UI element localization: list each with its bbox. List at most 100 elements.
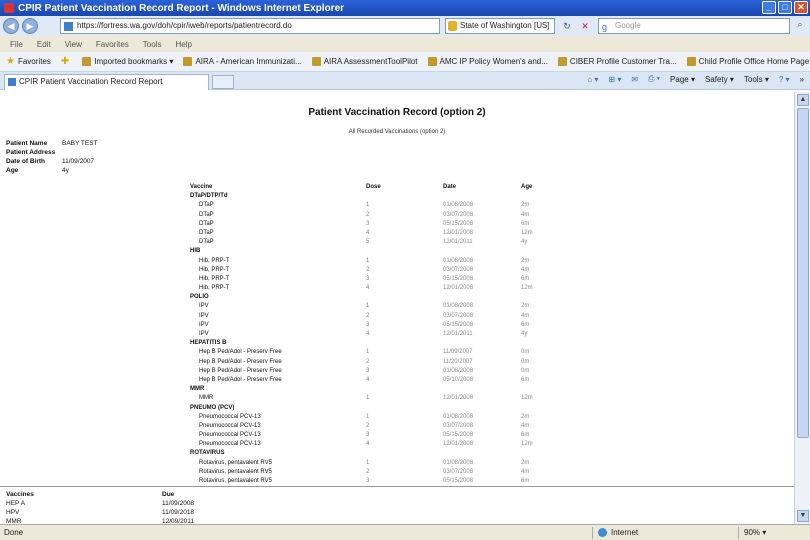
vaccine-name: DTaP (199, 220, 214, 227)
fav-ciber-profile[interactable]: CIBER Profile Customer Tra... (557, 57, 677, 66)
vaccination-age: 0m (521, 349, 530, 356)
vaccination-age: 0m (521, 367, 530, 374)
zoom-level[interactable]: 90% ▾ (744, 528, 766, 537)
table-row: Pneumococcal PCV-13 3 05/15/2008 6m (190, 432, 550, 441)
help-icon[interactable]: ? ▾ (779, 75, 790, 84)
dose-number: 2 (366, 468, 370, 475)
tab-label: CPIR Patient Vaccination Record Report (19, 77, 163, 86)
page-menu[interactable]: Page ▾ (670, 75, 695, 84)
fav-aira-assessment[interactable]: AIRA AssessmentToolPilot (311, 57, 418, 66)
table-row: Hib, PRP-T 1 01/08/2008 2m (190, 258, 550, 267)
menu-file[interactable]: File (10, 40, 23, 49)
forward-button[interactable]: ▶ (22, 18, 38, 34)
vaccine-group-row: MMR (190, 386, 550, 395)
fav-label: CIBER Profile Customer Tra... (569, 57, 677, 66)
table-row: Rotavirus, pentavalent RV5 1 01/08/2008 2m (190, 460, 550, 469)
scroll-up-icon[interactable]: ▲ (797, 94, 809, 106)
tools-menu-label: Tools (743, 74, 763, 84)
back-button[interactable]: ◀ (3, 18, 19, 34)
vaccination-table: Vaccine Dose Date Age DTaP/DTP/Td DTaP 1 01/08/… (190, 184, 550, 487)
vaccine-name: DTaP (199, 229, 214, 236)
menu-favorites[interactable]: Favorites (96, 40, 129, 49)
vaccine-name: DTaP (199, 202, 214, 209)
stop-icon[interactable]: ✕ (578, 19, 592, 33)
vaccine-name: IPV (199, 321, 209, 328)
new-tab-button[interactable] (212, 75, 234, 89)
dose-number: 2 (366, 422, 370, 429)
add-favorite-button[interactable]: ✚ (61, 56, 72, 67)
vaccine-group-name: POLIO (190, 294, 209, 301)
vertical-scrollbar[interactable]: ▲ ▼ (794, 92, 810, 524)
command-bar: ⌂ ▾ ⊞ ▾ ✉ ⎙ ▾ Page ▾ Safety ▾ Tools ▾ ? … (587, 74, 804, 84)
patient-field-value: 11/09/2007 (62, 158, 95, 165)
address-bar[interactable]: https://fortress.wa.gov/doh/cpir/iweb/re… (60, 18, 440, 34)
status-divider (738, 527, 739, 539)
vaccination-age: 2m (521, 459, 530, 466)
table-row: Hep B Ped/Adol - Preserv Free 1 11/09/2007… (190, 349, 550, 358)
overflow-icon[interactable]: » (800, 75, 804, 84)
zoom-label: 90% (744, 528, 761, 537)
vaccine-name: Hep B Ped/Adol - Preserv Free (199, 367, 282, 374)
maximize-button[interactable]: □ (778, 1, 792, 14)
header-age: Age (521, 184, 533, 190)
vaccination-age: 2m (521, 303, 530, 310)
scrollbar-thumb[interactable] (797, 108, 809, 438)
fav-imported-bookmarks[interactable]: Imported bookmarks ▾ (82, 57, 173, 66)
table-header-row: Vaccine Dose Date Age (190, 184, 550, 193)
vaccination-date: 01/08/2008 (443, 413, 474, 420)
vaccination-date: 12/01/2008 (443, 441, 474, 448)
fav-aira-american[interactable]: AIRA - American Immunizati... (183, 57, 302, 66)
vaccination-date: 05/15/2008 (443, 220, 474, 227)
menu-tools[interactable]: Tools (143, 40, 162, 49)
search-icon[interactable]: ⌕ (793, 19, 807, 33)
dose-number: 3 (366, 321, 370, 328)
feeds-icon[interactable]: ⊞ ▾ (608, 75, 621, 84)
safety-menu[interactable]: Safety ▾ (705, 75, 734, 84)
status-bar: Done Internet 90% ▾ (0, 524, 810, 540)
page-icon (183, 57, 193, 66)
report-title: Patient Vaccination Record (option 2) (308, 107, 486, 118)
dose-number: 1 (366, 459, 370, 466)
dose-number: 1 (366, 413, 370, 420)
vaccination-date: 11/20/2007 (443, 358, 473, 365)
table-row: Hib, PRP-T 4 12/01/2008 12m (190, 285, 550, 294)
favorites-label: Favorites (17, 57, 51, 66)
title-bar: CPIR Patient Vaccination Record Report -… (0, 0, 810, 16)
vaccination-date: 05/15/2008 (443, 478, 474, 484)
fav-child-profile[interactable]: Child Profile Office Home Page (686, 57, 809, 66)
vaccination-date: 03/07/2008 (443, 468, 474, 475)
menu-help[interactable]: Help (175, 40, 191, 49)
vaccine-group-row: PNEUMO (PCV) (190, 405, 550, 414)
menu-view[interactable]: View (65, 40, 82, 49)
print-icon[interactable]: ⎙ ▾ (648, 74, 660, 84)
tab-report[interactable]: CPIR Patient Vaccination Record Report (4, 74, 209, 90)
safety-menu-label: Safety (704, 74, 728, 84)
vaccination-age: 4y (521, 331, 528, 337)
scroll-down-icon[interactable]: ▼ (797, 510, 809, 522)
section-divider (0, 486, 794, 487)
menu-edit[interactable]: Edit (37, 40, 51, 49)
fav-amc-policy[interactable]: AMC IP Policy Women's and... (427, 57, 548, 66)
vaccination-date: 01/08/2008 (443, 303, 474, 310)
vaccination-date: 12/01/2008 (443, 285, 474, 292)
help-label: ? (778, 74, 784, 84)
favorites-button[interactable]: ★ Favorites (6, 56, 51, 67)
tools-menu[interactable]: Tools ▾ (744, 75, 769, 84)
security-zone[interactable]: Internet (598, 528, 638, 537)
search-input[interactable]: g Google (598, 18, 790, 34)
home-icon[interactable]: ⌂ ▾ (587, 75, 598, 84)
dose-number: 4 (366, 331, 370, 337)
minimize-button[interactable]: _ (762, 1, 776, 14)
close-button[interactable]: ✕ (794, 1, 808, 14)
vaccine-name: Hib, PRP-T (199, 257, 230, 264)
mail-icon[interactable]: ✉ (631, 75, 638, 84)
vaccine-group-name: PNEUMO (PCV) (190, 404, 235, 411)
report-subtitle: All Recorded Vaccinations (option 2) (348, 129, 446, 135)
security-report[interactable]: State of Washington [US] (445, 18, 555, 34)
vaccine-group-name: MMR (190, 386, 205, 393)
vaccine-name: Rotavirus, pentavalent RV5 (199, 468, 272, 475)
table-row: Hib, PRP-T 3 05/15/2008 6m (190, 276, 550, 285)
refresh-icon[interactable]: ↻ (560, 19, 574, 33)
vaccination-age: 12m (521, 441, 533, 448)
table-row: DTaP 2 03/07/2008 4m (190, 212, 550, 221)
